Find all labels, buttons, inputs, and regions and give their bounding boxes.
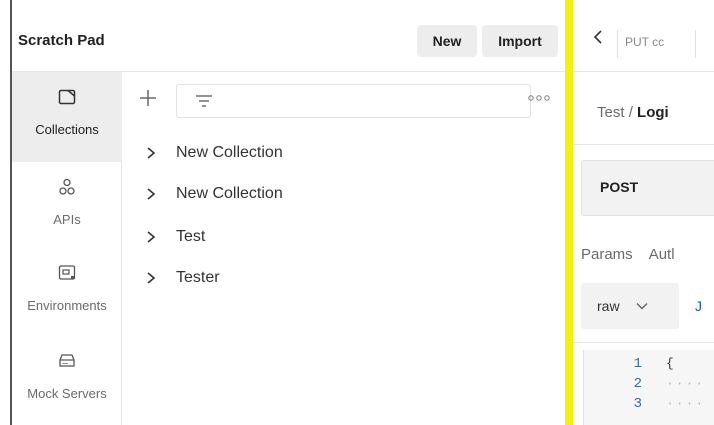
new-button[interactable]: New: [417, 25, 477, 57]
chevron-right-icon: [146, 231, 158, 243]
chevron-right-icon: [146, 272, 158, 284]
highlight-marker: [565, 0, 573, 425]
more-options-icon[interactable]: [528, 88, 552, 108]
filter-input[interactable]: [176, 84, 531, 118]
method-label: POST: [600, 179, 639, 195]
body-format-link[interactable]: J: [695, 298, 702, 314]
list-item[interactable]: Tester: [146, 265, 220, 291]
list-item[interactable]: New Collection: [146, 140, 283, 166]
request-tabs: Params Autl: [581, 246, 691, 263]
sidebar-item-apis[interactable]: APIs: [12, 162, 122, 252]
tab-auth[interactable]: Autl: [649, 246, 675, 263]
line-number: 3: [633, 396, 642, 412]
line-numbers: 1 2 3: [584, 354, 664, 414]
tab-params[interactable]: Params: [581, 246, 633, 263]
sidebar-item-label: Mock Servers: [27, 386, 107, 401]
indent-guide: ····: [666, 396, 706, 411]
request-tab[interactable]: PUT cc: [625, 35, 664, 49]
divider: [695, 30, 696, 58]
chevron-left-icon[interactable]: [593, 30, 603, 49]
request-tab-bar: PUT cc: [573, 0, 714, 72]
collection-name: Test: [176, 228, 206, 245]
breadcrumb: Test / Logi: [597, 104, 669, 121]
collection-icon: [12, 88, 122, 110]
filter-icon: [195, 94, 213, 113]
collections-panel: New Collection New Collection Test Teste…: [122, 72, 565, 425]
request-panel: PUT cc Test / Logi POST Params Autl raw J…: [573, 0, 714, 425]
divider: [573, 144, 714, 145]
code-editor[interactable]: 1 2 3 { ···· ····: [583, 350, 714, 425]
breadcrumb-parent[interactable]: Test: [597, 104, 625, 121]
environment-icon: [12, 264, 122, 286]
indent-guide: ····: [666, 376, 706, 391]
add-collection-button[interactable]: [138, 88, 158, 108]
chevron-right-icon: [146, 188, 158, 200]
breadcrumb-current: Logi: [637, 104, 669, 121]
line-number: 1: [633, 356, 642, 372]
workspace-header: Scratch Pad New Import: [12, 0, 565, 72]
mock-server-icon: [12, 352, 122, 374]
sidebar-item-label: APIs: [53, 212, 81, 227]
line-number: 2: [633, 376, 642, 392]
method-select[interactable]: POST: [581, 160, 714, 216]
import-button[interactable]: Import: [482, 25, 558, 57]
divider: [573, 342, 714, 343]
sidebar-item-environments[interactable]: Environments: [12, 248, 122, 338]
sidebar: Collections APIs Environments Mock Serve…: [12, 72, 122, 425]
sidebar-item-collections[interactable]: Collections: [12, 72, 122, 162]
list-item[interactable]: New Collection: [146, 181, 283, 207]
body-mode-label: raw: [597, 298, 620, 314]
chevron-right-icon: [146, 147, 158, 159]
collection-name: Tester: [176, 269, 220, 286]
apis-icon: [12, 178, 122, 200]
plus-icon: [140, 90, 156, 106]
workspace-title: Scratch Pad: [18, 32, 105, 49]
collection-name: New Collection: [176, 144, 283, 161]
chevron-down-icon: [636, 297, 648, 315]
collection-name: New Collection: [176, 185, 283, 202]
sidebar-item-label: Collections: [35, 122, 99, 137]
code-line: {: [666, 356, 674, 371]
code-content: { ···· ····: [666, 354, 705, 414]
divider: [617, 30, 618, 58]
list-item[interactable]: Test: [146, 224, 205, 250]
body-mode-select[interactable]: raw: [581, 283, 679, 329]
sidebar-item-mock-servers[interactable]: Mock Servers: [12, 336, 122, 425]
breadcrumb-separator: /: [628, 104, 633, 121]
sidebar-item-label: Environments: [27, 298, 107, 313]
